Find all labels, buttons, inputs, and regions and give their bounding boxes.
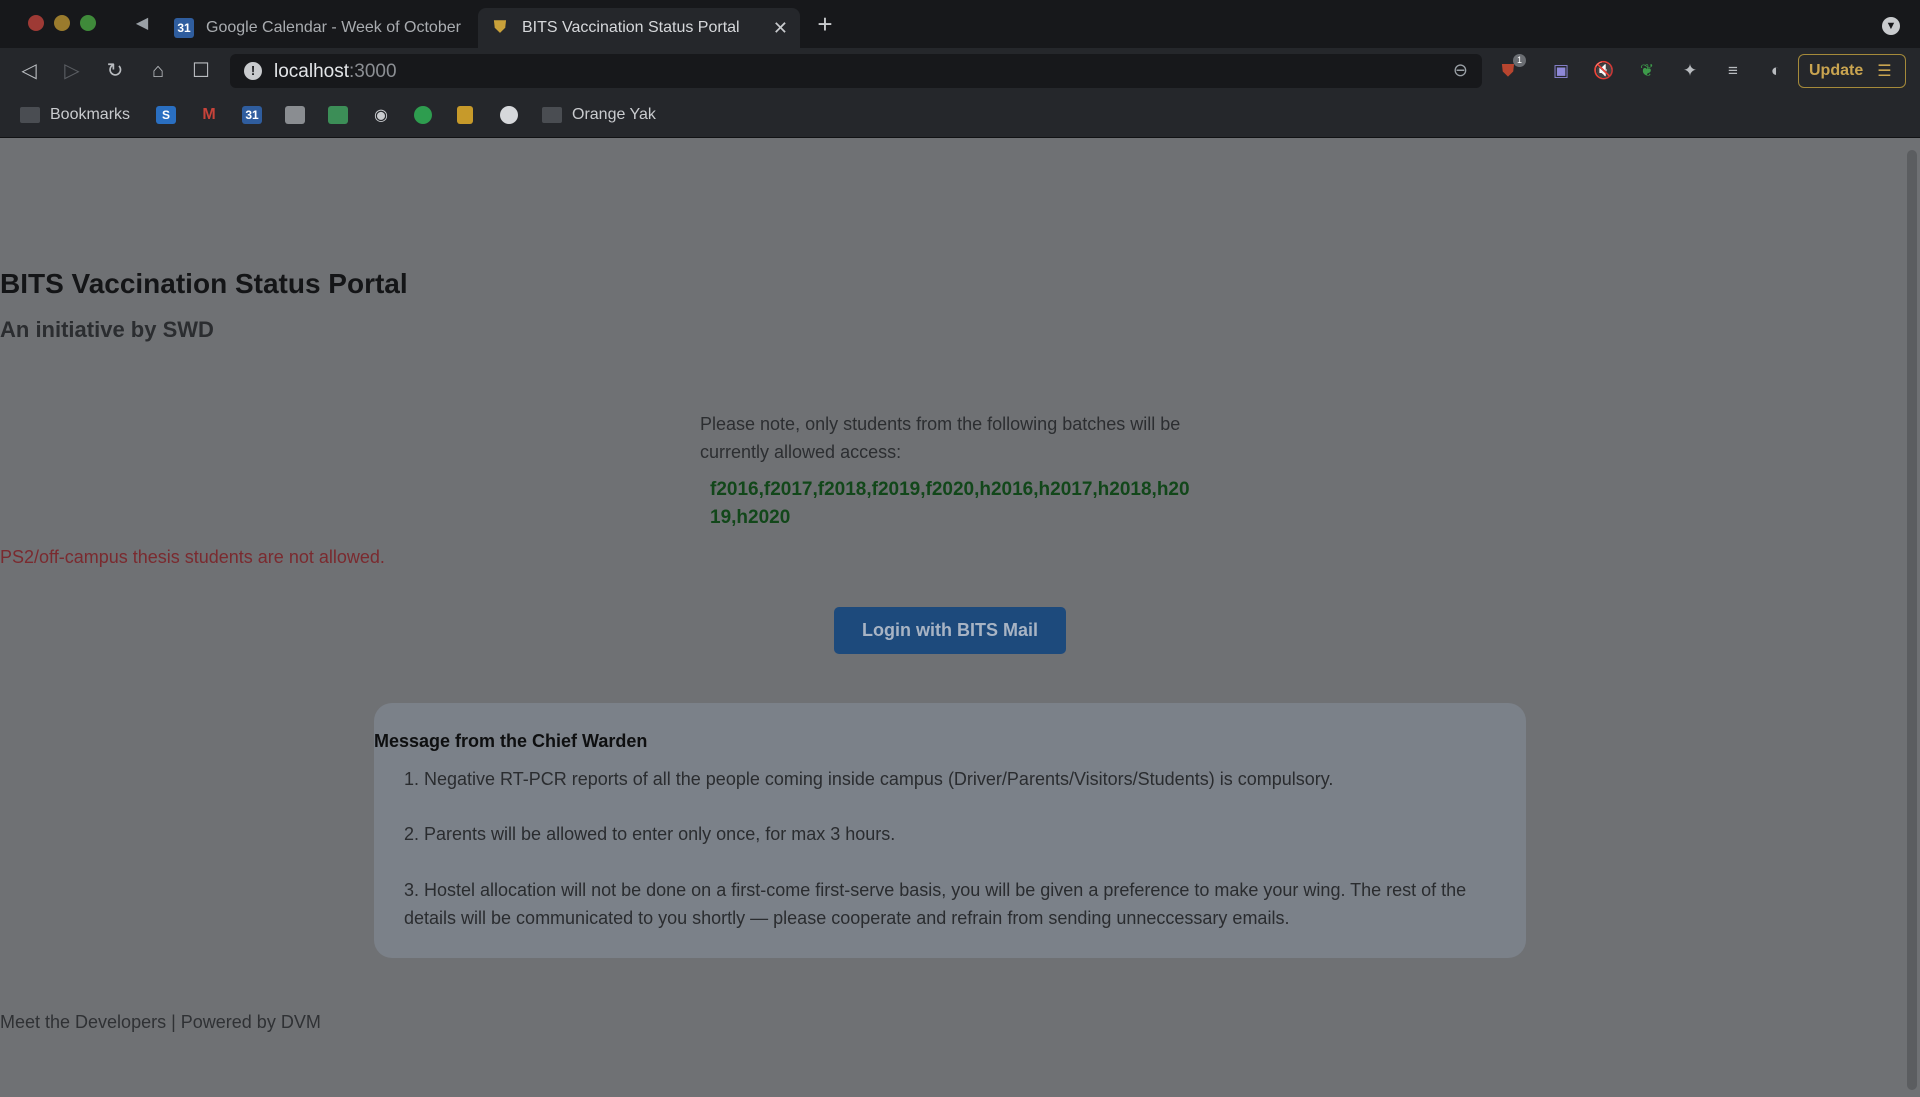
close-tab-icon[interactable]: ✕ [773,18,788,39]
lightbulb-icon: ◉ [374,107,388,124]
site-info-icon[interactable]: ! [244,62,262,80]
mute-icon[interactable]: 🔇 [1592,59,1616,83]
new-tab-button[interactable]: + [812,11,838,38]
bookmark-yellow[interactable] [457,104,483,126]
warden-message-item: 2. Parents will be allowed to enter only… [404,824,896,844]
allowed-batches: f2016,f2017,f2018,f2019,f2020,h2016,h201… [710,479,1190,528]
warden-message-title: Message from the Chief Warden [374,731,648,751]
menu-icon: ☰ [1877,63,1892,80]
browser-toolbar: ◁ ▷ ↻ ⌂ ☐ ! localhost:3000 ⊖ ⛊ 1 ▣ 🔇 ❦ ✦ … [0,48,1920,94]
folder-icon [542,107,562,123]
login-button[interactable]: Login with BITS Mail [834,607,1066,654]
tab-bits-vaccination[interactable]: ⛊ BITS Vaccination Status Portal ✕ [478,8,800,48]
tab-search-icon[interactable]: ▼ [1882,17,1900,35]
reading-list-icon[interactable]: ≡ [1721,59,1745,83]
page-title: BITS Vaccination Status Portal [0,268,408,299]
bookmark-keep[interactable]: ◉ [371,104,401,126]
warden-message-item: 1. Negative RT-PCR reports of all the pe… [404,769,1334,789]
browser-titlebar: ◀ 31 Google Calendar - Week of October ⛊… [0,0,1920,48]
calendar-icon: 31 [174,18,194,38]
tab-title: BITS Vaccination Status Portal [522,19,740,36]
tab-google-calendar[interactable]: 31 Google Calendar - Week of October [162,8,474,48]
calendar-icon: 31 [242,106,262,124]
folder-icon [20,107,40,123]
scrollbar[interactable] [1907,150,1917,1090]
bookmark-s[interactable]: S [156,104,186,126]
batch-note: Please note, only students from the foll… [700,414,1181,462]
brave-shields-icon[interactable]: ⛊ 1 [1496,54,1526,83]
maximize-window-button[interactable] [80,15,96,31]
ps2-warning: PS2/off-campus thesis students are not a… [0,547,385,567]
zoom-icon[interactable]: ⊖ [1453,60,1468,81]
bookmark-github[interactable] [500,104,528,126]
url-text[interactable]: localhost:3000 [274,61,397,83]
tree-extension-icon[interactable]: ❦ [1635,59,1659,83]
bookmark-calendar[interactable]: 31 [242,104,272,126]
bookmark-notes[interactable] [285,104,315,126]
warden-message-card: Message from the Chief Warden 1. Negativ… [374,703,1526,958]
bookmark-sheets[interactable] [328,104,358,126]
spotify-icon [414,106,432,124]
home-icon[interactable]: ⌂ [145,58,171,84]
media-extension-icon[interactable]: ▣ [1549,59,1573,83]
update-button[interactable]: Update ☰ [1798,54,1906,88]
tab-title: Google Calendar - Week of October [206,19,461,36]
bookmark-icon[interactable]: ☐ [188,58,214,84]
reload-icon[interactable]: ↻ [102,58,128,84]
bookmark-gmail[interactable]: M [199,104,229,126]
minimize-window-button[interactable] [54,15,70,31]
back-icon[interactable]: ◁ [16,58,42,84]
gmail-icon: M [202,106,216,123]
close-window-button[interactable] [28,15,44,31]
bookmark-spotify[interactable] [414,104,442,126]
page-viewport: BITS Vaccination Status Portal An initia… [0,138,1920,1097]
s-icon: S [156,106,176,124]
notes-icon [285,106,305,124]
extensions-puzzle-icon[interactable]: ✦ [1678,59,1702,83]
tab-scroll-back-icon[interactable]: ◀ [132,14,152,34]
footer-links[interactable]: Meet the Developers | Powered by DVM [0,1012,1900,1033]
bookmark-folder-orange-yak[interactable]: Orange Yak [542,104,656,126]
page-subtitle: An initiative by SWD [0,317,214,342]
warden-message-item: 3. Hostel allocation will not be done on… [404,880,1467,928]
shield-icon: ⛊ [493,19,506,36]
profile-avatar-icon[interactable]: ◐ [1764,59,1788,83]
bookmarks-bar: Bookmarks S M 31 ◉ Orange Yak [0,94,1920,138]
sheets-icon [328,106,348,124]
address-bar[interactable]: ! localhost:3000 ⊖ [230,54,1482,88]
note-icon [457,106,473,124]
forward-icon[interactable]: ▷ [59,58,85,84]
bookmark-folder-bookmarks[interactable]: Bookmarks [20,104,130,126]
github-icon [500,106,518,124]
